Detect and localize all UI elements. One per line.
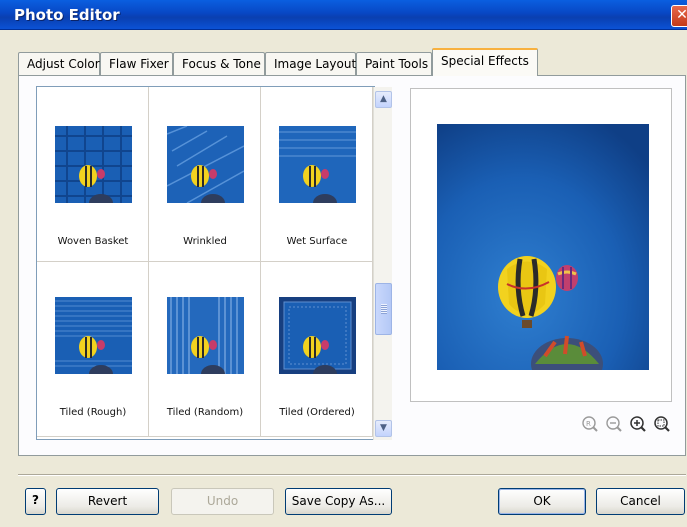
cancel-button[interactable]: Cancel <box>596 488 685 515</box>
effect-woven-basket[interactable]: Woven Basket <box>37 87 149 262</box>
arrow-down-icon: ▼ <box>380 423 387 433</box>
effects-gallery: Woven Basket Wrinkled Wet Surface Tiled … <box>36 86 375 440</box>
effect-thumbnail <box>55 126 132 203</box>
zoom-reset-icon: R <box>582 416 598 432</box>
zoom-in-button[interactable] <box>628 414 648 434</box>
scroll-up-button[interactable]: ▲ <box>375 91 392 108</box>
close-icon: ✕ <box>676 7 687 23</box>
zoom-in-icon <box>630 416 646 432</box>
close-button[interactable]: ✕ <box>671 5 687 27</box>
tab-paint-tools[interactable]: Paint Tools <box>356 52 432 76</box>
save-copy-as-button[interactable]: Save Copy As... <box>285 488 392 515</box>
effect-label: Tiled (Rough) <box>59 407 127 418</box>
effect-tiled-random[interactable]: Tiled (Random) <box>149 262 261 437</box>
tab-flaw-fixer[interactable]: Flaw Fixer <box>100 52 173 76</box>
effect-wet-surface[interactable]: Wet Surface <box>261 87 373 262</box>
effect-thumbnail <box>279 126 356 203</box>
effect-tiled-rough[interactable]: Tiled (Rough) <box>37 262 149 437</box>
effect-thumbnail <box>55 297 132 374</box>
effect-tiled-ordered[interactable]: Tiled (Ordered) <box>261 262 373 437</box>
grip-icon <box>381 304 387 314</box>
preview-pane <box>410 88 672 402</box>
undo-button[interactable]: Undo <box>171 488 274 515</box>
title-bar: Photo Editor ✕ <box>0 0 687 30</box>
effect-wrinkled[interactable]: Wrinkled <box>149 87 261 262</box>
tab-adjust-color[interactable]: Adjust Color <box>18 52 100 76</box>
effect-thumbnail <box>167 126 244 203</box>
tab-focus-tone[interactable]: Focus & Tone <box>173 52 265 76</box>
preview-image <box>437 124 649 370</box>
zoom-reset-button[interactable]: R <box>580 414 600 434</box>
tab-image-layout[interactable]: Image Layout <box>265 52 356 76</box>
ok-button[interactable]: OK <box>498 488 586 515</box>
scroll-down-button[interactable]: ▼ <box>375 420 392 437</box>
footer-divider <box>18 474 686 476</box>
gallery-scrollbar[interactable]: ▲ ▼ <box>373 87 392 440</box>
effect-label: Wet Surface <box>286 236 348 247</box>
zoom-fit-button[interactable] <box>652 414 672 434</box>
window-title: Photo Editor <box>14 6 120 24</box>
tab-special-effects[interactable]: Special Effects <box>432 48 538 76</box>
effect-label: Tiled (Ordered) <box>279 407 355 418</box>
effect-label: Wrinkled <box>183 236 227 247</box>
zoom-out-button[interactable] <box>604 414 624 434</box>
scroll-thumb[interactable] <box>375 283 392 335</box>
effect-thumbnail <box>167 297 244 374</box>
revert-button[interactable]: Revert <box>56 488 159 515</box>
effect-thumbnail <box>279 297 356 374</box>
effect-label: Tiled (Random) <box>166 407 244 418</box>
zoom-toolbar: R <box>580 414 676 436</box>
svg-text:R: R <box>586 420 591 428</box>
effect-label: Woven Basket <box>57 236 129 247</box>
arrow-up-icon: ▲ <box>380 94 387 104</box>
help-button[interactable]: ? <box>25 488 46 515</box>
zoom-out-icon <box>606 416 622 432</box>
zoom-fit-icon <box>654 416 670 432</box>
